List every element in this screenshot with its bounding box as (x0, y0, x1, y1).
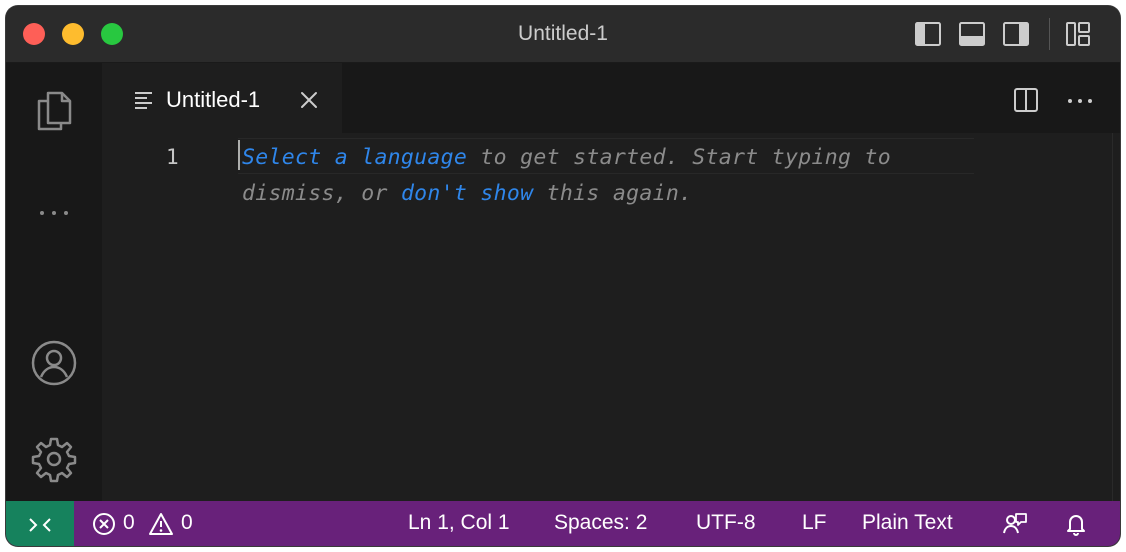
manage-button[interactable] (30, 435, 78, 483)
vscode-window: Untitled-1 Untitled-1 1 Select a languag… (6, 6, 1120, 546)
close-icon[interactable] (299, 90, 319, 110)
end-of-line[interactable]: LF (802, 511, 827, 535)
error-icon[interactable] (92, 512, 116, 536)
window-title: Untitled-1 (518, 22, 608, 45)
tab-untitled-1[interactable]: Untitled-1 (102, 63, 342, 133)
language-mode[interactable]: Plain Text (862, 511, 953, 535)
error-count[interactable]: 0 (123, 511, 135, 535)
files-icon (37, 91, 72, 131)
indentation[interactable]: Spaces: 2 (554, 511, 647, 535)
editor-tab-bar: Untitled-1 (102, 63, 1120, 133)
accounts-button[interactable] (30, 339, 78, 387)
status-bar: 0 0 Ln 1, Col 1 Spaces: 2 UTF-8 LF Plain… (6, 501, 1120, 546)
toggle-panel-button[interactable] (958, 20, 986, 48)
remote-indicator-button[interactable] (6, 501, 74, 546)
notifications-bell-icon[interactable] (1064, 512, 1088, 536)
empty-editor-hint: Select a language to get started. Start … (242, 140, 982, 212)
title-bar-separator (1049, 18, 1050, 50)
tab-label: Untitled-1 (166, 87, 261, 112)
hint-text: this again. (533, 181, 693, 206)
split-editor-icon (1014, 88, 1038, 112)
feedback-icon[interactable] (1002, 512, 1028, 536)
warning-count[interactable]: 0 (181, 511, 193, 535)
activity-bar (6, 63, 102, 501)
explorer-button[interactable] (30, 87, 78, 135)
title-bar: Untitled-1 (6, 6, 1120, 63)
gear-icon (31, 437, 77, 483)
account-icon (31, 340, 77, 386)
text-cursor (238, 140, 240, 170)
hint-text: dismiss, or (242, 181, 401, 206)
sidebar-right-icon (1003, 22, 1029, 46)
editor-area[interactable]: 1 Select a language to get started. Star… (102, 133, 1120, 501)
ellipsis-icon (40, 211, 68, 215)
customize-layout-button[interactable] (1064, 20, 1092, 48)
more-actions-button[interactable] (1064, 84, 1096, 116)
split-editor-button[interactable] (1010, 84, 1042, 116)
toggle-primary-sidebar-button[interactable] (914, 20, 942, 48)
warning-icon[interactable] (148, 512, 174, 536)
layout-icon (1066, 22, 1090, 46)
remote-icon (29, 518, 51, 532)
plain-text-file-icon (135, 92, 152, 109)
select-language-link[interactable]: Select a language (242, 145, 467, 170)
panel-bottom-icon (959, 22, 985, 46)
line-number: 1 (166, 145, 179, 169)
more-views-button[interactable] (30, 187, 78, 235)
dont-show-link[interactable]: don't show (401, 181, 533, 206)
toggle-secondary-sidebar-button[interactable] (1002, 20, 1030, 48)
hint-text: to get started. Start typing to (467, 145, 891, 170)
cursor-position[interactable]: Ln 1, Col 1 (408, 511, 510, 535)
vertical-scrollbar[interactable] (1112, 133, 1113, 501)
encoding[interactable]: UTF-8 (696, 511, 756, 535)
sidebar-left-icon (915, 22, 941, 46)
ellipsis-icon (1068, 99, 1092, 103)
